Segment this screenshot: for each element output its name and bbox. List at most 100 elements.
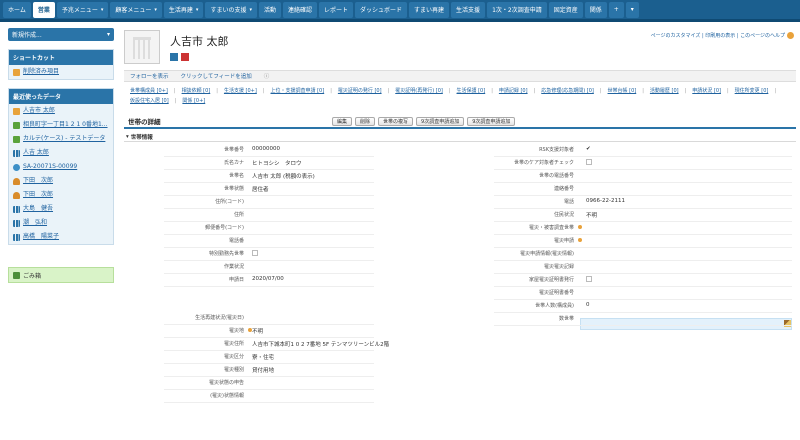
related-list-link[interactable]: 世帯台帳 [0]	[608, 87, 637, 95]
green-object-icon	[13, 135, 20, 143]
link-separator: |	[262, 88, 265, 94]
detail-section-bar: 世帯の詳細 編集 削除 世帯の複写 9次調査申請追加 9次調査申請追加	[124, 115, 796, 129]
new-record-dropdown[interactable]: 新規作成... ▾	[8, 28, 114, 41]
field-divider	[494, 195, 792, 196]
related-list-link[interactable]: 上位・支援調査申請 [0]	[271, 87, 325, 95]
related-list-link[interactable]: 生活保護 [0]	[457, 87, 486, 95]
recent-item[interactable]: カルテ(ケース) - テストデータ	[9, 132, 113, 146]
link-separator: |	[684, 88, 687, 94]
field-label: 住所(コード)	[215, 199, 244, 205]
nav-tab[interactable]: すまい再建	[409, 1, 450, 18]
related-list-link[interactable]: 申請記録 [0]	[499, 87, 528, 95]
app-tab-bar: ホーム 営業 予兆メニュー ▾ 顧客メニュー ▾ 生活再建 ▾ すまいの支援 ▾ 活動 連絡確認 レポー…	[0, 0, 800, 22]
nav-tab[interactable]: 1次・2次調査申請	[487, 1, 547, 18]
recent-item[interactable]: 高橋 陽菜子	[9, 230, 113, 244]
nav-tab-label: ホーム	[8, 7, 26, 14]
nav-tab[interactable]: 生活再建 ▾	[163, 1, 204, 18]
detail-action-button[interactable]: 9次調査申請追加	[467, 117, 516, 126]
print-icon[interactable]	[181, 53, 189, 61]
field-value: 00000000	[252, 146, 280, 152]
field-label: 世帯番号	[223, 147, 244, 153]
detail-buttons: 編集 削除 世帯の複写 9次調査申請追加 9次調査申請追加	[332, 117, 516, 126]
field-divider	[164, 247, 374, 248]
related-list-link[interactable]: 活動履歴 [0]	[650, 87, 679, 95]
recent-item[interactable]: 大島 健吾	[9, 202, 113, 216]
nav-tab[interactable]: 関係	[584, 1, 607, 18]
follow-feed-link[interactable]: フォローを表示	[130, 72, 169, 80]
field-value: 人吉市下城本町1 0 2 7番地 5F テンマツリーンビル2階	[252, 342, 390, 348]
recent-item[interactable]: SA-20071S-00099	[9, 160, 113, 174]
field-checkbox[interactable]	[586, 276, 592, 282]
chevron-down-icon: ▾	[100, 6, 104, 13]
section-header-household[interactable]: ▾ 世帯情報	[124, 132, 796, 142]
nav-tab[interactable]: 連絡確認	[282, 1, 317, 18]
nav-tab-label: 顧客メニュー	[115, 7, 152, 14]
recent-item[interactable]: 人吉 太郎	[9, 146, 113, 160]
detail-action-button[interactable]: 9次調査申請追加	[416, 117, 465, 126]
recycle-bin-link[interactable]: ごみ箱	[8, 267, 114, 283]
nav-tab[interactable]: 営業	[32, 1, 55, 18]
recent-item-label: 相良町字一丁目1 2 1 0番地1...	[23, 121, 108, 128]
field-value: ヒトヨシシ タロウ	[252, 161, 302, 167]
nav-tab[interactable]: ホーム	[3, 1, 31, 18]
recent-item[interactable]: 下田 次郎	[9, 188, 113, 202]
nav-tab[interactable]: 活動	[258, 1, 281, 18]
related-list-link[interactable]: 相談依頼 [0]	[182, 87, 211, 95]
field-label: 世帯のケア対象者チェック	[513, 160, 574, 166]
certificate-number-field[interactable]	[580, 318, 792, 330]
recent-item[interactable]: 潮 弘和	[9, 216, 113, 230]
record-header: 人吉市 太郎 ページのカスタマイズ | 印刷用の表示 | このページのヘルプ	[124, 28, 796, 66]
field-divider	[494, 234, 792, 235]
field-checkbox[interactable]	[586, 159, 592, 165]
recent-item[interactable]: 人吉市 太郎	[9, 104, 113, 118]
nav-tab[interactable]: 生活支援	[451, 1, 486, 18]
related-list-link[interactable]: 世帯構成員 [0+]	[130, 87, 168, 95]
field-label: 罹災住所	[223, 341, 244, 347]
field-label: 罹災申請情報(罹災情報)	[520, 251, 574, 257]
related-list-link[interactable]: 仮設住宅入居 [0]	[130, 97, 169, 105]
nav-tab[interactable]: +	[608, 1, 624, 18]
field-divider	[494, 286, 792, 287]
nav-tab[interactable]: 顧客メニュー ▾	[110, 1, 162, 18]
related-list-link[interactable]: 申請状況 [0]	[692, 87, 721, 95]
field-label: 住所	[233, 212, 244, 218]
page-help-link[interactable]: ページのカスタマイズ | 印刷用の表示 | このページのヘルプ	[651, 32, 794, 39]
nav-tab[interactable]: 予兆メニュー ▾	[56, 1, 109, 18]
field-value: 2020/07/00	[252, 276, 284, 282]
related-list-link[interactable]: 応急修理(応急期間) [0]	[541, 87, 594, 95]
link-separator: |	[174, 98, 177, 104]
twitter-icon[interactable]	[170, 53, 178, 61]
related-list-link[interactable]: 現住所変更 [0]	[735, 87, 769, 95]
nav-tab[interactable]: ▾	[625, 1, 639, 18]
nav-tab[interactable]: 固定資産	[548, 1, 583, 18]
new-record-label: 新規作成...	[12, 32, 42, 39]
shortcut-deleted-items[interactable]: 削除済み項目	[9, 65, 113, 79]
add-feed-link[interactable]: クリックしてフィードを追加	[181, 72, 252, 80]
related-list-link[interactable]: 罹災証明の発行 [0]	[338, 87, 382, 95]
field-label: 罹災状態の申告	[208, 380, 244, 386]
field-checkbox[interactable]	[252, 250, 258, 256]
recent-item[interactable]: 相良町字一丁目1 2 1 0番地1...	[9, 118, 113, 132]
chevron-down-icon: ▾	[106, 31, 110, 38]
field-divider	[164, 169, 374, 170]
field-label: 住民状況	[553, 212, 574, 218]
field-divider	[164, 337, 374, 338]
field-label: 罹災申請	[553, 238, 574, 244]
detail-action-button[interactable]: 編集	[332, 117, 353, 126]
related-list-link[interactable]: 生活支援 [0+]	[224, 87, 257, 95]
related-list-link[interactable]: 罹災証明(再発行) [0]	[395, 87, 443, 95]
nav-tab[interactable]: すまいの支援 ▾	[205, 1, 257, 18]
related-list-link[interactable]: 関係 [0+]	[182, 97, 205, 105]
field-divider	[164, 389, 374, 390]
nav-tab[interactable]: レポート	[319, 1, 354, 18]
detail-action-button[interactable]: 削除	[355, 117, 376, 126]
field-divider	[164, 182, 374, 183]
globe-icon	[13, 163, 20, 171]
link-separator: |	[387, 88, 390, 94]
field-label: 連絡番号	[553, 186, 574, 192]
nav-tab[interactable]: ダッシュボード	[355, 1, 408, 18]
detail-action-button[interactable]: 世帯の複写	[378, 117, 414, 126]
link-separator: |	[173, 88, 176, 94]
nav-tab-label: 関係	[589, 7, 602, 14]
recent-item[interactable]: 下田 次郎	[9, 174, 113, 188]
